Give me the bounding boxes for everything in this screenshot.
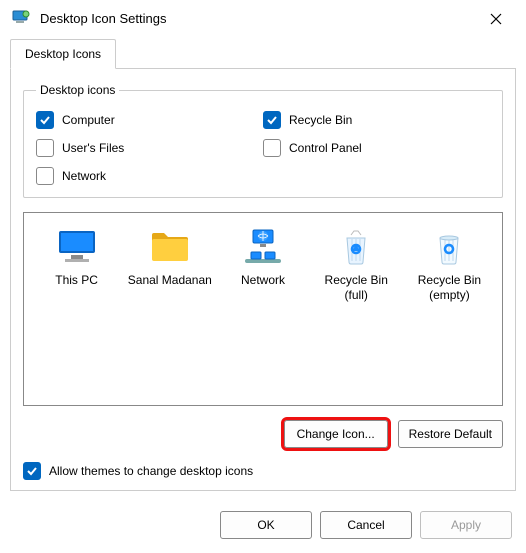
check-icon [26, 465, 38, 477]
preview-item-network[interactable]: Network [218, 225, 307, 288]
preview-item-userfolder[interactable]: Sanal Madanan [125, 225, 214, 288]
preview-label: This PC [32, 273, 121, 288]
recycle-full-icon [312, 225, 401, 267]
dialog-window: Desktop Icon Settings Desktop Icons Desk… [0, 0, 526, 553]
checkbox-label: Control Panel [289, 141, 362, 155]
check-icon [266, 114, 278, 126]
checkbox-network[interactable]: Network [36, 167, 263, 185]
content-area: Desktop Icons Desktop icons Computer [0, 37, 526, 499]
checkbox-allow-themes[interactable]: Allow themes to change desktop icons [23, 462, 503, 480]
checkbox-box [36, 111, 54, 129]
dialog-title: Desktop Icon Settings [40, 11, 166, 26]
checkbox-userfiles[interactable]: User's Files [36, 139, 263, 157]
checkbox-label: User's Files [62, 141, 124, 155]
checkbox-box [36, 139, 54, 157]
group-legend: Desktop icons [36, 83, 119, 97]
preview-item-recycleempty[interactable]: Recycle Bin (empty) [405, 225, 494, 303]
desktop-icons-group: Desktop icons Computer Recycle Bin [23, 83, 503, 198]
dialog-footer: OK Cancel Apply [0, 499, 526, 553]
checkbox-box [263, 111, 281, 129]
tab-desktop-icons[interactable]: Desktop Icons [10, 39, 116, 69]
checkbox-label: Network [62, 169, 106, 183]
network-icon [218, 225, 307, 267]
folder-icon [125, 225, 214, 267]
tab-panel: Desktop icons Computer Recycle Bin [10, 69, 516, 491]
checkbox-box [23, 462, 41, 480]
checkbox-label: Allow themes to change desktop icons [49, 464, 253, 478]
check-icon [39, 114, 51, 126]
checkbox-label: Recycle Bin [289, 113, 352, 127]
checkbox-label: Computer [62, 113, 115, 127]
checkbox-controlpanel[interactable]: Control Panel [263, 139, 490, 157]
close-button[interactable] [478, 1, 514, 37]
tabstrip: Desktop Icons [10, 39, 516, 69]
monitor-icon [32, 225, 121, 267]
preview-item-recyclefull[interactable]: Recycle Bin (full) [312, 225, 401, 303]
preview-label: Sanal Madanan [125, 273, 214, 288]
checkbox-box [36, 167, 54, 185]
change-icon-button[interactable]: Change Icon... [284, 420, 388, 448]
icon-buttons-row: Change Icon... Restore Default [23, 420, 503, 448]
recycle-empty-icon [405, 225, 494, 267]
checkbox-computer[interactable]: Computer [36, 111, 263, 129]
checkbox-box [263, 139, 281, 157]
checkbox-recyclebin[interactable]: Recycle Bin [263, 111, 490, 129]
cancel-button[interactable]: Cancel [320, 511, 412, 539]
preview-label: Recycle Bin (empty) [405, 273, 494, 303]
app-icon [12, 8, 30, 29]
apply-button[interactable]: Apply [420, 511, 512, 539]
ok-button[interactable]: OK [220, 511, 312, 539]
titlebar: Desktop Icon Settings [0, 0, 526, 37]
checkbox-grid: Computer Recycle Bin User's Files [36, 111, 490, 185]
icon-preview-list: This PC Sanal Madanan [23, 212, 503, 406]
preview-label: Recycle Bin (full) [312, 273, 401, 303]
preview-label: Network [218, 273, 307, 288]
preview-item-thispc[interactable]: This PC [32, 225, 121, 288]
restore-default-button[interactable]: Restore Default [398, 420, 503, 448]
